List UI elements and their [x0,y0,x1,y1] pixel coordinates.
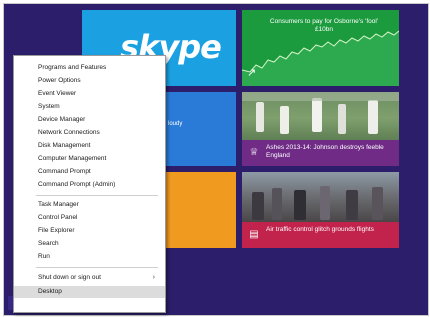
money-headline: Consumers to pay for Osborne's 'fool' £1… [269,18,379,33]
news-caption: ▤ Air traffic control glitch grounds fli… [242,222,399,248]
menu-item-file-explorer[interactable]: File Explorer [14,225,165,237]
news-tile[interactable]: ▤ Air traffic control glitch grounds fli… [242,172,399,248]
menu-item-network-connections[interactable]: Network Connections [14,127,165,139]
newspaper-icon: ▤ [249,229,259,240]
menu-item-programs-features[interactable]: Programs and Features [14,62,165,74]
menu-item-control-panel[interactable]: Control Panel [14,212,165,224]
menu-item-search[interactable]: Search [14,238,165,250]
menu-item-run[interactable]: Run [14,251,165,263]
menu-item-desktop[interactable]: Desktop [14,286,165,298]
sport-headline: Ashes 2013-14: Johnson destroys feeble E… [266,144,384,159]
weather-text: loudy [168,121,183,127]
menu-item-task-manager[interactable]: Task Manager [14,199,165,211]
menu-item-power-options[interactable]: Power Options [14,75,165,87]
news-photo [242,172,399,222]
power-user-menu: Programs and Features Power Options Even… [13,55,166,313]
submenu-arrow-icon: › [152,274,155,281]
menu-item-command-prompt-admin[interactable]: Command Prompt (Admin) [14,179,165,191]
menu-item-command-prompt[interactable]: Command Prompt [14,166,165,178]
menu-item-shut-down[interactable]: Shut down or sign out › [14,272,165,284]
menu-item-device-manager[interactable]: Device Manager [14,114,165,126]
sport-caption: ♕ Ashes 2013-14: Johnson destroys feeble… [242,140,399,166]
menu-separator [36,195,158,196]
menu-item-disk-management[interactable]: Disk Management [14,140,165,152]
money-tile[interactable]: Consumers to pay for Osborne's 'fool' £1… [242,10,399,86]
chart-icon: ↗ [247,67,257,79]
sport-tile[interactable]: ♕ Ashes 2013-14: Johnson destroys feeble… [242,92,399,166]
menu-separator [36,267,158,268]
news-headline: Air traffic control glitch grounds fligh… [266,226,374,233]
menu-item-computer-management[interactable]: Computer Management [14,153,165,165]
menu-item-shut-down-label: Shut down or sign out [38,274,101,281]
trophy-icon: ♕ [249,147,259,158]
menu-item-event-viewer[interactable]: Event Viewer [14,88,165,100]
sport-photo [242,92,399,140]
menu-item-system[interactable]: System [14,101,165,113]
